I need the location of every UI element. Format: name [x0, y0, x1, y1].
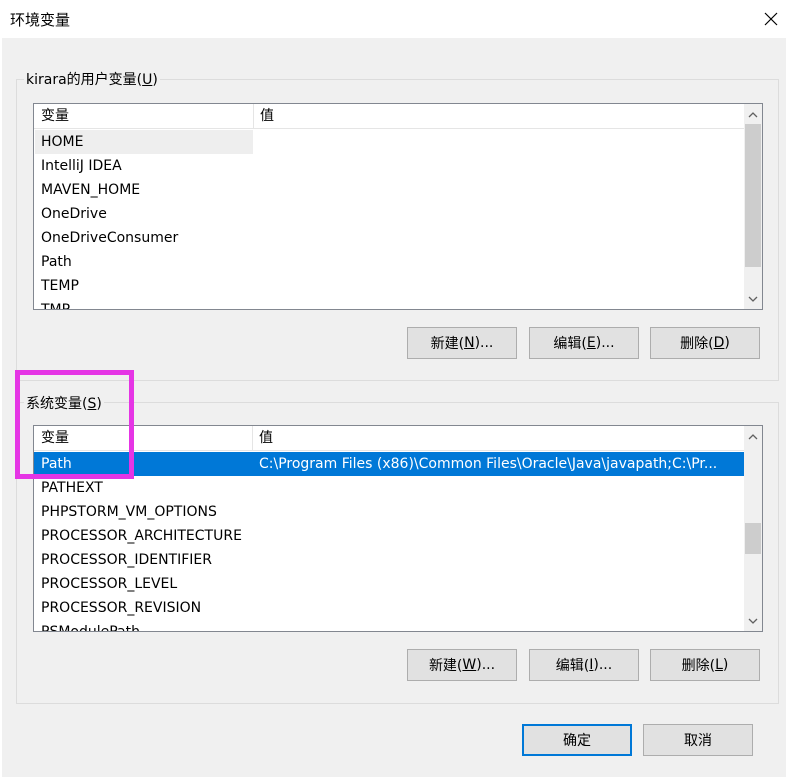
- variable-name: PHPSTORM_VM_OPTIONS: [41, 504, 217, 520]
- system-variables-list[interactable]: 变量 值 Path C:\Program Files (x86)\Common …: [33, 425, 763, 632]
- close-button[interactable]: [748, 0, 794, 38]
- chevron-down-icon: [748, 296, 758, 302]
- scroll-down-button[interactable]: [744, 612, 762, 629]
- table-row-selected[interactable]: Path C:\Program Files (x86)\Common Files…: [34, 452, 744, 476]
- user-delete-button[interactable]: 删除(D): [650, 327, 760, 359]
- user-list-scrollbar[interactable]: [744, 104, 762, 309]
- table-row[interactable]: Path: [34, 250, 744, 274]
- variable-name: PSModulePath: [41, 624, 140, 632]
- system-edit-button[interactable]: 编辑(I)...: [529, 649, 639, 681]
- variable-name: TEMP: [41, 278, 79, 294]
- system-list-scrollbar[interactable]: [744, 426, 762, 631]
- variable-value: [253, 524, 741, 548]
- variable-name: OneDrive: [41, 206, 107, 222]
- column-header-variable[interactable]: 变量: [35, 104, 251, 128]
- table-row[interactable]: PROCESSOR_REVISION: [34, 596, 744, 620]
- table-row[interactable]: PHPSTORM_VM_OPTIONS: [34, 500, 744, 524]
- user-variables-list[interactable]: 变量 值 HOME IntelliJ IDEA MAVEN_HOME OneDr…: [33, 103, 763, 310]
- variable-name: IntelliJ IDEA: [41, 158, 122, 174]
- table-row[interactable]: OneDriveConsumer: [34, 226, 744, 250]
- system-list-header: 变量 值: [34, 426, 744, 451]
- user-edit-button[interactable]: 编辑(E)...: [529, 327, 639, 359]
- table-row[interactable]: PROCESSOR_ARCHITECTURE: [34, 524, 744, 548]
- chevron-down-icon: [748, 618, 758, 624]
- system-new-button[interactable]: 新建(W)...: [407, 649, 517, 681]
- variable-value: [254, 202, 740, 226]
- close-icon: [764, 12, 778, 26]
- variable-value: [253, 596, 741, 620]
- table-row[interactable]: PSModulePath: [34, 620, 744, 632]
- scroll-up-button[interactable]: [744, 106, 762, 123]
- table-row[interactable]: PROCESSOR_LEVEL: [34, 572, 744, 596]
- table-row[interactable]: TEMP: [34, 274, 744, 298]
- table-row[interactable]: IntelliJ IDEA: [34, 154, 744, 178]
- user-list-header: 变量 值: [34, 104, 744, 129]
- variable-name: PROCESSOR_ARCHITECTURE: [41, 528, 242, 544]
- window-title: 环境变量: [10, 11, 71, 29]
- variable-value: [254, 298, 740, 309]
- variable-name: TMP: [41, 302, 71, 310]
- table-row[interactable]: HOME: [34, 130, 744, 154]
- variable-value: [253, 620, 741, 631]
- variable-name: PROCESSOR_IDENTIFIER: [41, 552, 212, 568]
- variable-value: [254, 178, 740, 202]
- table-row[interactable]: MAVEN_HOME: [34, 178, 744, 202]
- variable-value: [254, 250, 740, 274]
- right-border: [786, 38, 794, 777]
- variable-value: [253, 500, 741, 524]
- variable-name: MAVEN_HOME: [41, 182, 141, 198]
- variable-name: PROCESSOR_LEVEL: [41, 576, 178, 592]
- user-variables-group-title: kirara的用户变量(U): [24, 69, 160, 89]
- annotation-highlight-box: [15, 370, 134, 479]
- ok-button[interactable]: 确定: [522, 724, 632, 756]
- table-row[interactable]: PROCESSOR_IDENTIFIER: [34, 548, 744, 572]
- variable-name: OneDriveConsumer: [41, 230, 179, 246]
- chevron-up-icon: [748, 433, 758, 439]
- title-bar: 环境变量: [0, 0, 794, 38]
- variable-name: PROCESSOR_REVISION: [41, 600, 202, 616]
- left-border: [0, 38, 2, 777]
- variable-value: [253, 548, 741, 572]
- table-row[interactable]: TMP: [34, 298, 744, 310]
- variable-name: PATHEXT: [41, 480, 103, 496]
- variable-value: [254, 274, 740, 298]
- scroll-down-button[interactable]: [744, 290, 762, 307]
- user-new-button[interactable]: 新建(N)...: [407, 327, 517, 359]
- scrollbar-thumb[interactable]: [745, 124, 761, 267]
- scroll-up-button[interactable]: [744, 428, 762, 445]
- scrollbar-thumb[interactable]: [745, 523, 761, 554]
- cancel-button[interactable]: 取消: [643, 724, 753, 756]
- variable-value: [253, 476, 741, 500]
- variable-value: [254, 226, 740, 250]
- variable-value: C:\Program Files (x86)\Common Files\Orac…: [259, 456, 718, 472]
- environment-variables-dialog: 环境变量 kirara的用户变量(U) 变量 值 HOME IntelliJ I…: [0, 0, 794, 777]
- chevron-up-icon: [748, 111, 758, 117]
- table-row[interactable]: OneDrive: [34, 202, 744, 226]
- system-delete-button[interactable]: 删除(L): [650, 649, 760, 681]
- column-header-value[interactable]: 值: [253, 426, 739, 450]
- variable-value: [254, 130, 740, 154]
- table-row[interactable]: PATHEXT: [34, 476, 744, 500]
- column-header-value[interactable]: 值: [254, 104, 740, 128]
- variable-name: Path: [41, 254, 72, 270]
- variable-value: [253, 572, 741, 596]
- variable-name: HOME: [35, 130, 253, 154]
- variable-value: [254, 154, 740, 178]
